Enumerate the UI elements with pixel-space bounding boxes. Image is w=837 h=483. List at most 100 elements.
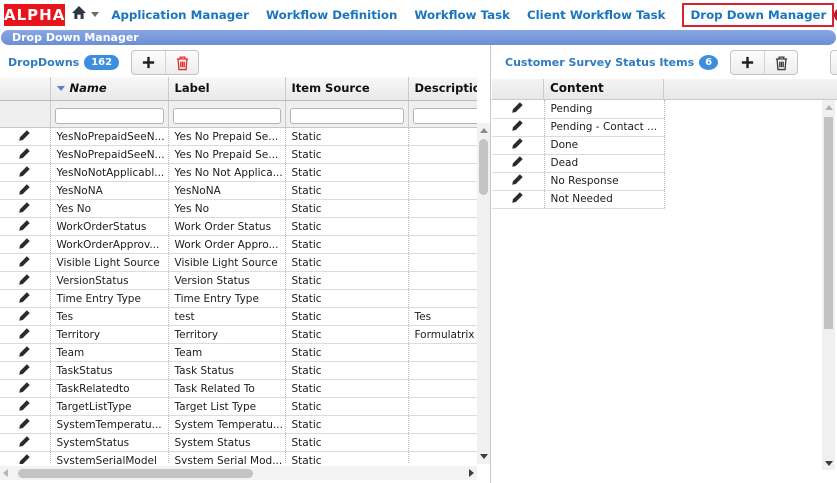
survey-item-row[interactable]: Pending	[492, 100, 664, 118]
survey-item-row[interactable]: Pending - Contact ...	[492, 118, 664, 136]
dropdown-row[interactable]: TeamTeamStatic	[0, 344, 477, 362]
edit-cell[interactable]	[0, 164, 50, 182]
edit-cell[interactable]	[492, 154, 544, 172]
survey-items-vertical-scrollbar[interactable]	[822, 100, 835, 470]
edit-cell[interactable]	[0, 362, 50, 380]
filter-description-input[interactable]	[413, 108, 478, 124]
edit-icon[interactable]	[18, 453, 31, 465]
dropdown-row[interactable]: SystemStatusSystem StatusStatic	[0, 434, 477, 452]
dropdown-row[interactable]: SystemTemperatu...System Temperatu...Sta…	[0, 416, 477, 434]
add-dropdown-button[interactable]	[132, 51, 165, 74]
dropdown-row[interactable]: YesNoNotApplicabl...Yes No Not Applica..…	[0, 164, 477, 182]
dropdown-row[interactable]: TargetListTypeTarget List TypeStatic	[0, 398, 477, 416]
edit-icon[interactable]	[511, 137, 524, 150]
dropdown-row[interactable]: VersionStatusVersion StatusStatic	[0, 272, 477, 290]
edit-icon[interactable]	[511, 191, 524, 204]
edit-icon[interactable]	[18, 327, 31, 340]
edit-icon[interactable]	[18, 345, 31, 358]
nav-application-manager[interactable]: Application Manager	[111, 8, 249, 22]
vertical-scrollbar-thumb[interactable]	[824, 117, 833, 329]
edit-icon[interactable]	[18, 291, 31, 304]
scroll-down-icon[interactable]	[825, 461, 833, 466]
edit-cell[interactable]	[492, 190, 544, 208]
alpha-logo[interactable]: ALPHA	[4, 4, 65, 26]
edit-cell[interactable]	[492, 136, 544, 154]
edit-icon[interactable]	[511, 173, 524, 186]
dropdown-row[interactable]: Yes NoYes NoStatic	[0, 200, 477, 218]
dropdowns-horizontal-scrollbar[interactable]	[0, 466, 477, 480]
edit-icon[interactable]	[511, 101, 524, 114]
edit-icon[interactable]	[18, 219, 31, 232]
edit-cell[interactable]	[0, 182, 50, 200]
edit-cell[interactable]	[0, 218, 50, 236]
column-header-description[interactable]: Description	[408, 77, 477, 100]
filter-label-input[interactable]	[173, 108, 281, 124]
edit-cell[interactable]	[0, 452, 50, 465]
dropdown-row[interactable]: SystemSerialModelSystem Serial Mod...Sta…	[0, 452, 477, 465]
survey-item-row[interactable]: Done	[492, 136, 664, 154]
horizontal-scrollbar-thumb[interactable]	[18, 469, 253, 478]
column-header-item-source[interactable]: Item Source	[285, 77, 408, 100]
column-header-name[interactable]: Name	[50, 77, 168, 100]
edit-cell[interactable]	[0, 326, 50, 344]
dropdowns-vertical-scrollbar[interactable]	[477, 123, 490, 464]
dropdown-row[interactable]: TaskRelatedtoTask Related ToStatic	[0, 380, 477, 398]
edit-cell[interactable]	[0, 308, 50, 326]
edit-icon[interactable]	[18, 309, 31, 322]
edit-cell[interactable]	[0, 290, 50, 308]
edit-icon[interactable]	[18, 417, 31, 430]
home-menu[interactable]	[71, 5, 99, 24]
dropdown-row[interactable]: YesNoNAYesNoNAStatic	[0, 182, 477, 200]
edit-cell[interactable]	[0, 380, 50, 398]
dropdown-row[interactable]: YesNoPrepaidSeeN...Yes No Prepaid Se...S…	[0, 146, 477, 164]
edit-icon[interactable]	[18, 273, 31, 286]
edit-icon[interactable]	[18, 129, 31, 142]
vertical-scrollbar-thumb[interactable]	[479, 139, 488, 195]
dropdown-row[interactable]: TestestStaticTes	[0, 308, 477, 326]
edit-icon[interactable]	[18, 201, 31, 214]
edit-cell[interactable]	[492, 100, 544, 118]
edit-icon[interactable]	[18, 165, 31, 178]
nav-drop-down-manager-annotated[interactable]: Drop Down Manager	[682, 3, 834, 27]
dropdown-row[interactable]: TerritoryTerritoryStaticFormulatrix	[0, 326, 477, 344]
delete-item-button[interactable]	[764, 51, 797, 74]
delete-dropdown-button[interactable]	[165, 51, 198, 74]
dropdown-row[interactable]: Time Entry TypeTime Entry TypeStatic	[0, 290, 477, 308]
dropdown-row[interactable]: WorkOrderStatusWork Order StatusStatic	[0, 218, 477, 236]
edit-icon[interactable]	[511, 119, 524, 132]
edit-icon[interactable]	[18, 399, 31, 412]
edit-icon[interactable]	[18, 183, 31, 196]
edit-cell[interactable]	[0, 344, 50, 362]
edit-icon[interactable]	[511, 155, 524, 168]
edit-cell[interactable]	[0, 416, 50, 434]
edit-cell[interactable]	[492, 118, 544, 136]
survey-item-row[interactable]: Not Needed	[492, 190, 664, 208]
survey-item-row[interactable]: Dead	[492, 154, 664, 172]
nav-client-workflow-task[interactable]: Client Workflow Task	[527, 8, 665, 22]
edit-cell[interactable]	[0, 146, 50, 164]
edit-icon[interactable]	[18, 255, 31, 268]
dropdown-row[interactable]: YesNoPrepaidSeeN...Yes No Prepaid Se...S…	[0, 128, 477, 146]
move-up-button[interactable]	[831, 51, 837, 74]
dropdown-row[interactable]: Visible Light SourceVisible Light Source…	[0, 254, 477, 272]
edit-cell[interactable]	[0, 254, 50, 272]
filter-name-input[interactable]	[55, 108, 164, 124]
edit-icon[interactable]	[18, 381, 31, 394]
dropdown-row[interactable]: TaskStatusTask StatusStatic	[0, 362, 477, 380]
survey-item-row[interactable]: No Response	[492, 172, 664, 190]
edit-cell[interactable]	[0, 236, 50, 254]
edit-cell[interactable]	[492, 172, 544, 190]
nav-workflow-definition[interactable]: Workflow Definition	[266, 8, 397, 22]
edit-cell[interactable]	[0, 200, 50, 218]
edit-icon[interactable]	[18, 363, 31, 376]
edit-cell[interactable]	[0, 128, 50, 146]
nav-workflow-task[interactable]: Workflow Task	[414, 8, 510, 22]
scroll-up-icon[interactable]	[825, 105, 833, 110]
edit-icon[interactable]	[18, 435, 31, 448]
filter-item-source-input[interactable]	[290, 108, 404, 124]
edit-cell[interactable]	[0, 398, 50, 416]
add-item-button[interactable]	[731, 51, 764, 74]
edit-icon[interactable]	[18, 147, 31, 160]
edit-cell[interactable]	[0, 434, 50, 452]
scroll-left-icon[interactable]	[3, 469, 8, 477]
